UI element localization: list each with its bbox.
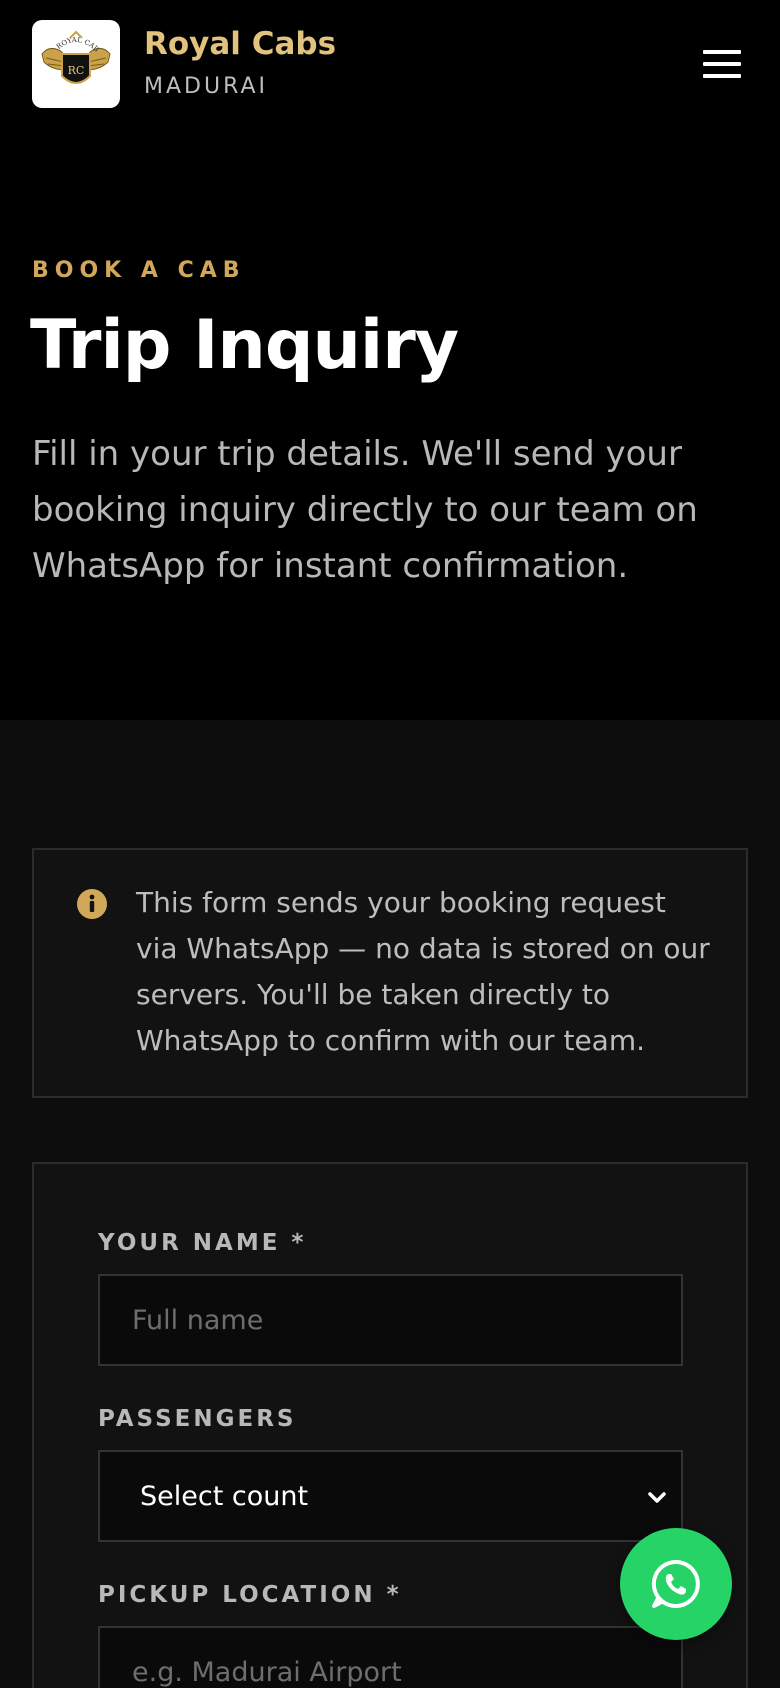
svg-text:RC: RC <box>68 64 85 77</box>
brand-name[interactable]: Royal Cabs <box>144 26 336 62</box>
whatsapp-icon <box>651 1559 700 1608</box>
name-label: YOUR NAME * <box>98 1230 307 1256</box>
notice-text: This form sends your booking request via… <box>136 886 710 1057</box>
hero-eyebrow: BOOK A CAB <box>32 258 246 283</box>
menu-line <box>703 50 741 54</box>
info-icon <box>77 889 107 919</box>
hero-section: BOOK A CAB Trip Inquiry Fill in your tri… <box>0 130 780 720</box>
site-header: RC ROYAL CABS Royal Cabs MADURAI <box>0 0 780 130</box>
menu-line <box>703 62 741 66</box>
pickup-label: PICKUP LOCATION * <box>98 1582 402 1608</box>
passengers-select[interactable]: Select count <box>98 1450 683 1542</box>
menu-line <box>703 74 741 78</box>
passengers-select-value: Select count <box>140 1480 309 1512</box>
brand-city: MADURAI <box>144 74 269 99</box>
logo-emblem-icon: RC ROYAL CABS <box>36 24 111 84</box>
whatsapp-button[interactable] <box>620 1528 732 1640</box>
svg-text:ROYAL CABS: ROYAL CABS <box>36 24 100 54</box>
passengers-label: PASSENGERS <box>98 1406 297 1432</box>
info-notice: This form sends your booking request via… <box>32 848 748 1098</box>
page-description: Fill in your trip details. We'll send yo… <box>32 434 698 586</box>
hamburger-menu-icon[interactable] <box>700 48 744 80</box>
name-input[interactable] <box>98 1274 683 1366</box>
chevron-down-icon <box>648 1492 666 1503</box>
page-title: Trip Inquiry <box>30 306 459 385</box>
pickup-input[interactable] <box>98 1626 683 1688</box>
brand-logo[interactable]: RC ROYAL CABS <box>32 20 120 108</box>
